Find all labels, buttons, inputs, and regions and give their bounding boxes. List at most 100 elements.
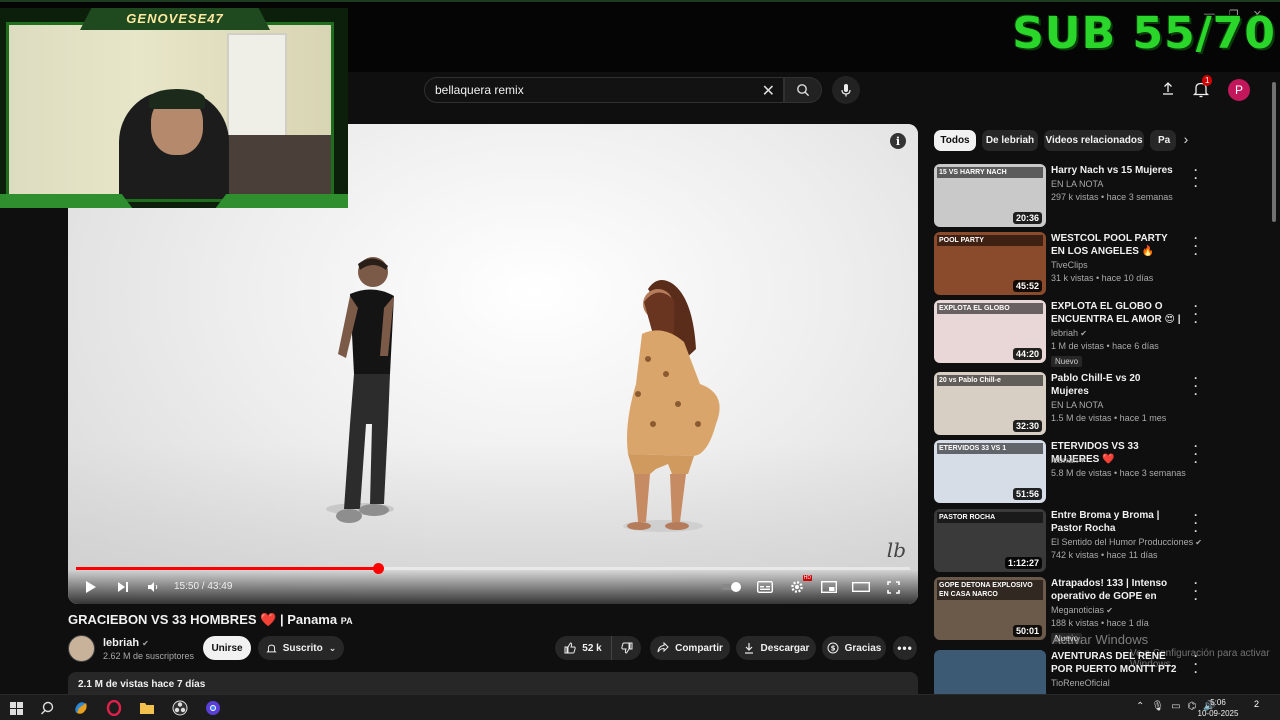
search-input[interactable]: bellaquera remix ✕ bbox=[424, 77, 784, 103]
recommendation-item[interactable]: POOL PARTY 45:52 WESTCOL POOL PARTY EN LOS… bbox=[934, 232, 1204, 296]
recommendation-thumbnail[interactable]: ETERVIDOS 33 VS 1 51:56 bbox=[934, 440, 1046, 503]
more-vertical-icon[interactable]: · · · bbox=[1192, 300, 1200, 328]
recommendation-item[interactable]: PASTOR ROCHA 1:12:27 Entre Broma y Broma |… bbox=[934, 509, 1204, 573]
progress-scrubber[interactable] bbox=[372, 563, 384, 574]
recommendation-channel-name: EN LA NOTA bbox=[1051, 179, 1104, 189]
recommendation-meta: 742 k vistas • hace 11 días bbox=[1051, 550, 1158, 560]
recommendation-title[interactable]: Entre Broma y Broma | Pastor Rocha bbox=[1051, 509, 1181, 535]
description-box[interactable]: 2.1 M de vistas hace 7 días bbox=[68, 672, 918, 694]
join-button[interactable]: Unirse bbox=[203, 636, 251, 660]
miniplayer-button[interactable] bbox=[820, 578, 838, 596]
tray-chevron-up-icon[interactable]: ⌃ bbox=[1136, 701, 1144, 712]
recommendation-channel[interactable]: EN LA NOTA bbox=[1051, 179, 1103, 189]
hd-badge: HD bbox=[802, 575, 812, 581]
theater-mode-button[interactable] bbox=[852, 578, 870, 596]
recommendation-channel[interactable]: lebriah ✔ bbox=[1051, 328, 1087, 338]
recommendation-thumbnail[interactable]: POOL PARTY 45:52 bbox=[934, 232, 1046, 295]
thumbnail-text: POOL PARTY bbox=[937, 235, 1043, 246]
recommendation-channel[interactable]: TioReneOficial bbox=[1051, 678, 1110, 688]
recommendation-channel[interactable]: TiveClips bbox=[1051, 260, 1088, 270]
more-vertical-icon[interactable]: · · · bbox=[1192, 164, 1200, 192]
settings-button[interactable]: HD bbox=[788, 575, 812, 596]
autoplay-toggle[interactable] bbox=[720, 578, 744, 596]
recommendation-channel[interactable]: lebriah ✔ bbox=[1051, 455, 1087, 465]
more-vertical-icon[interactable]: · · · bbox=[1192, 372, 1200, 400]
more-vertical-icon[interactable]: · · · bbox=[1192, 577, 1200, 605]
more-vertical-icon[interactable]: · · · bbox=[1192, 509, 1200, 537]
subtitles-button[interactable] bbox=[756, 578, 774, 596]
video-title: GRACIEBON VS 33 HOMBRES ❤️ | Panama PA bbox=[68, 612, 353, 628]
recommendation-title[interactable]: Atrapados! 133 | Intenso operativo de GO… bbox=[1051, 577, 1181, 603]
info-icon[interactable]: i bbox=[890, 133, 906, 149]
fullscreen-button[interactable] bbox=[884, 578, 902, 596]
video-title-suffix: | Panama bbox=[279, 612, 338, 627]
next-button[interactable] bbox=[114, 578, 132, 596]
subscribed-button[interactable]: Suscrito ⌄ bbox=[258, 636, 344, 660]
file-explorer-icon[interactable] bbox=[138, 699, 156, 717]
network-icon[interactable]: ⌬ bbox=[1188, 701, 1197, 712]
channel-avatar[interactable] bbox=[68, 635, 95, 662]
woman-figure bbox=[623, 280, 720, 532]
channel-name-text[interactable]: lebriah bbox=[103, 637, 139, 649]
recommendation-channel-name: EN LA NOTA bbox=[1051, 400, 1104, 410]
thanks-dollar-icon: $ bbox=[827, 642, 839, 654]
opera-gx-icon[interactable] bbox=[105, 699, 123, 717]
recommendation-thumbnail[interactable]: GOPE DETONA EXPLOSIVO EN CASA NARCO 50:01 bbox=[934, 577, 1046, 640]
channel-name[interactable]: lebriah ✔ bbox=[103, 637, 149, 649]
more-vertical-icon[interactable]: · · · bbox=[1192, 232, 1200, 260]
progress-bar[interactable] bbox=[76, 563, 910, 574]
recommendation-item[interactable]: ETERVIDOS 33 VS 1 51:56 ETERVIDOS VS 33 MU… bbox=[934, 440, 1204, 504]
download-button[interactable]: Descargar bbox=[736, 636, 816, 660]
share-button[interactable]: Compartir bbox=[650, 636, 730, 660]
upload-icon[interactable] bbox=[1160, 80, 1176, 96]
display-tray-icon[interactable]: ▭ bbox=[1171, 701, 1180, 712]
chip-videos-relacionados[interactable]: Videos relacionados bbox=[1044, 130, 1144, 151]
recommendation-title[interactable]: EXPLOTA EL GLOBO O ENCUENTRA EL AMOR 😍 |… bbox=[1051, 300, 1181, 326]
sidebar-scrollbar[interactable] bbox=[1272, 82, 1276, 222]
recommendation-title[interactable]: WESTCOL POOL PARTY EN LOS ANGELES 🔥 bbox=[1051, 232, 1181, 258]
recommendation-thumbnail[interactable]: 15 VS HARRY NACH 20:36 bbox=[934, 164, 1046, 227]
chip-de-lebriah[interactable]: De lebriah bbox=[982, 130, 1038, 151]
verified-icon: ✔ bbox=[1193, 538, 1203, 547]
microphone-tray-icon[interactable]: 🎙 bbox=[1151, 701, 1164, 712]
recommendation-channel[interactable]: Meganoticias ✔ bbox=[1051, 605, 1113, 615]
volume-button[interactable] bbox=[144, 578, 162, 596]
taskbar-search-icon[interactable] bbox=[38, 699, 56, 717]
play-button[interactable] bbox=[82, 578, 100, 596]
search-button[interactable] bbox=[784, 77, 822, 103]
recommendation-thumbnail[interactable]: EXPLOTA EL GLOBO 44:20 bbox=[934, 300, 1046, 363]
account-avatar[interactable]: P bbox=[1228, 79, 1250, 101]
chip-partial[interactable]: Pa bbox=[1150, 130, 1176, 151]
recommendation-item[interactable]: 20 vs Pablo Chill-e 32:30 Pablo Chill-E vs… bbox=[934, 372, 1204, 436]
recommendation-thumbnail[interactable]: PASTOR ROCHA 1:12:27 bbox=[934, 509, 1046, 572]
recommendation-item[interactable]: 15 VS HARRY NACH 20:36 Harry Nach vs 15 Mu… bbox=[934, 164, 1204, 228]
like-count: 52 k bbox=[582, 642, 602, 654]
recommendation-channel[interactable]: El Sentido del Humor Producciones ✔ bbox=[1051, 537, 1202, 547]
share-icon bbox=[657, 642, 669, 653]
thanks-button[interactable]: $ Gracias bbox=[822, 636, 886, 660]
voice-search-button[interactable] bbox=[832, 76, 860, 104]
recommendation-title[interactable]: Harry Nach vs 15 Mujeres bbox=[1051, 164, 1181, 177]
copilot-icon[interactable] bbox=[72, 699, 90, 717]
more-vertical-icon[interactable]: · · · bbox=[1192, 440, 1200, 468]
obs-icon[interactable] bbox=[171, 699, 189, 717]
like-button[interactable]: 52 k bbox=[555, 636, 611, 660]
recommendation-channel[interactable]: EN LA NOTA bbox=[1051, 400, 1103, 410]
recommendation-thumbnail[interactable]: 20 vs Pablo Chill-e 32:30 bbox=[934, 372, 1046, 435]
time-display: 15:50 / 43:49 bbox=[174, 581, 233, 592]
thumbs-up-icon bbox=[564, 642, 576, 654]
recommendation-title[interactable]: Pablo Chill-E vs 20 Mujeres bbox=[1051, 372, 1181, 398]
search-query[interactable]: bellaquera remix bbox=[435, 83, 524, 97]
chrome-icon[interactable] bbox=[204, 699, 222, 717]
chevron-right-icon[interactable]: › bbox=[1176, 131, 1196, 147]
recommendation-item[interactable]: EXPLOTA EL GLOBO 44:20 EXPLOTA EL GLOBO O … bbox=[934, 300, 1204, 367]
more-actions-button[interactable]: ••• bbox=[893, 636, 917, 660]
windows-start-icon[interactable] bbox=[7, 699, 25, 717]
notification-center-icon[interactable]: 2 bbox=[1254, 699, 1259, 709]
dislike-button[interactable] bbox=[611, 636, 641, 660]
tray-clock[interactable]: 5:06 10-09-2025 bbox=[1196, 697, 1240, 719]
chip-todos[interactable]: Todos bbox=[934, 130, 976, 151]
thumbs-down-icon bbox=[620, 642, 632, 654]
video-title-prefix: GRACIEBON VS 33 HOMBRES bbox=[68, 612, 257, 627]
clear-search-icon[interactable]: ✕ bbox=[762, 81, 775, 101]
